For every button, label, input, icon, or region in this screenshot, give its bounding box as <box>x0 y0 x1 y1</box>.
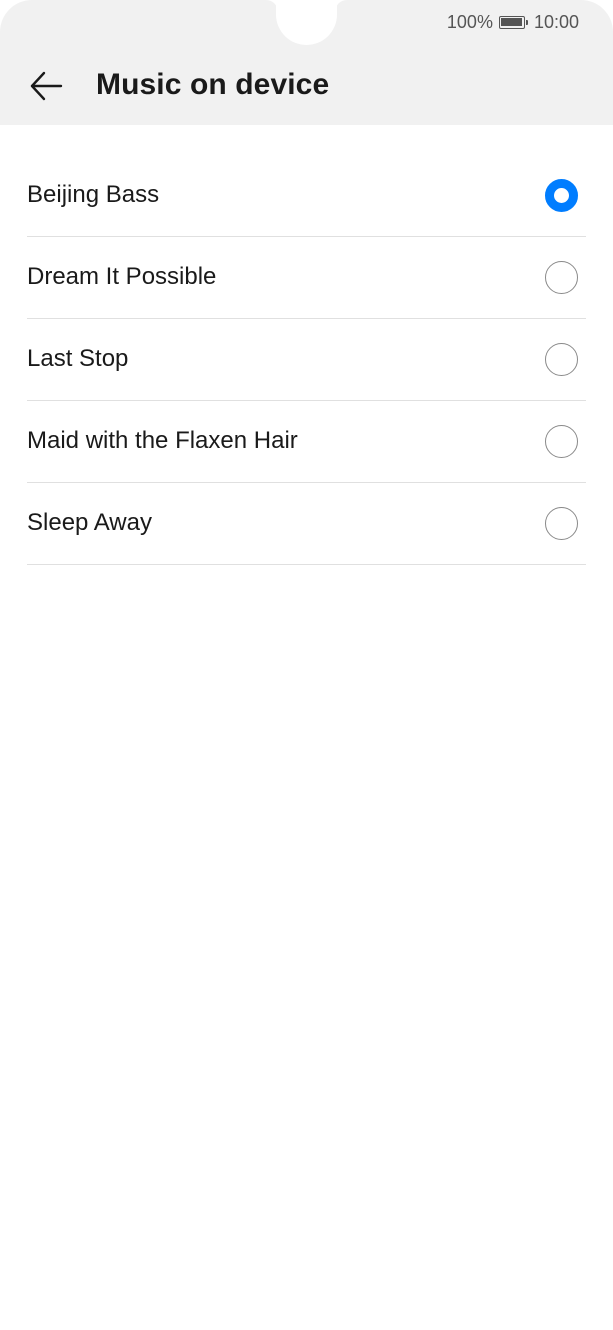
list-item-song[interactable]: Beijing Bass <box>27 155 586 237</box>
clock: 10:00 <box>533 11 579 32</box>
song-list: Beijing Bass Dream It Possible Last Stop… <box>27 155 586 565</box>
radio-button[interactable] <box>545 343 578 376</box>
song-label: Last Stop <box>27 345 129 372</box>
page-title: Music on device <box>96 68 330 101</box>
app-bar: Music on device <box>0 60 613 110</box>
arrow-left-icon <box>30 71 63 101</box>
song-label: Dream It Possible <box>27 263 217 290</box>
list-item-song[interactable]: Dream It Possible <box>27 237 586 319</box>
radio-button-selected[interactable] <box>545 179 578 212</box>
screen: 100% 10:00 Music on device Beijing Bass … <box>0 0 613 1330</box>
song-label: Beijing Bass <box>27 181 160 208</box>
radio-button[interactable] <box>545 425 578 458</box>
list-item-song[interactable]: Last Stop <box>27 319 586 401</box>
list-item-song[interactable]: Sleep Away <box>27 483 586 565</box>
song-label: Sleep Away <box>27 509 152 536</box>
radio-button[interactable] <box>545 261 578 294</box>
battery-percent: 100% <box>446 11 493 32</box>
radio-button[interactable] <box>545 507 578 540</box>
battery-icon <box>498 15 529 29</box>
song-label: Maid with the Flaxen Hair <box>27 427 298 454</box>
back-button[interactable] <box>26 66 66 106</box>
status-bar: 100% 10:00 <box>447 10 579 34</box>
list-item-song[interactable]: Maid with the Flaxen Hair <box>27 401 586 483</box>
